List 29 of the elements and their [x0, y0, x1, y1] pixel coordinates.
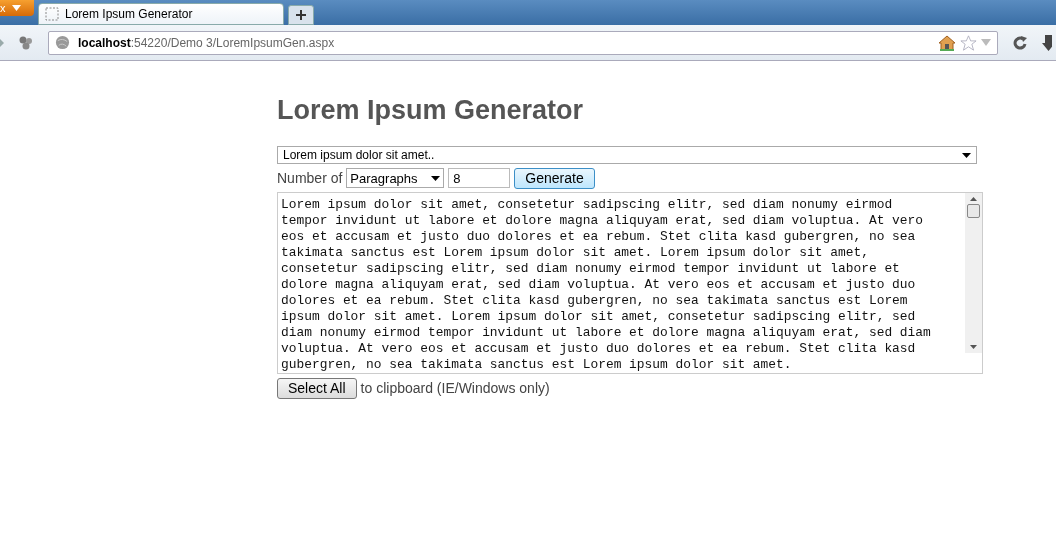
addons-icon[interactable] [18, 34, 34, 51]
number-of-label: Number of [277, 170, 343, 186]
caret-icon [962, 152, 971, 158]
caret-icon [11, 5, 21, 11]
select-all-button[interactable]: Select All [277, 377, 357, 399]
scroll-thumb[interactable] [967, 204, 980, 218]
clipboard-note: to clipboard (IE/Windows only) [360, 380, 550, 396]
back-icon [0, 36, 4, 49]
count-field[interactable]: 8 [448, 168, 511, 188]
address-bar[interactable]: localhost:54220/Demo 3/LoremIpsumGen.aspx [48, 30, 998, 55]
preset-dropdown[interactable]: Lorem ipsum dolor sit amet.. [277, 146, 977, 164]
download-icon[interactable] [1042, 34, 1052, 51]
unit-dropdown[interactable]: Paragraphs [346, 168, 445, 188]
page-title: Lorem Ipsum Generator [277, 95, 585, 126]
caret-icon [431, 175, 441, 181]
generate-button[interactable]: Generate [514, 167, 595, 189]
reload-icon[interactable] [1012, 34, 1028, 51]
tab-title: Lorem Ipsum Generator [65, 7, 193, 21]
browser-tab[interactable]: Lorem Ipsum Generator [38, 3, 284, 25]
url-text: localhost:54220/Demo 3/LoremIpsumGen.aspx [78, 35, 336, 50]
page-icon [45, 7, 59, 21]
scrollbar[interactable] [965, 193, 982, 353]
scroll-down-icon [970, 345, 977, 349]
globe-icon [55, 35, 70, 50]
star-icon[interactable] [960, 34, 977, 51]
home-icon[interactable] [938, 34, 956, 51]
plus-icon [295, 9, 307, 21]
scroll-up-icon [970, 197, 977, 201]
new-tab-button[interactable] [288, 5, 314, 25]
